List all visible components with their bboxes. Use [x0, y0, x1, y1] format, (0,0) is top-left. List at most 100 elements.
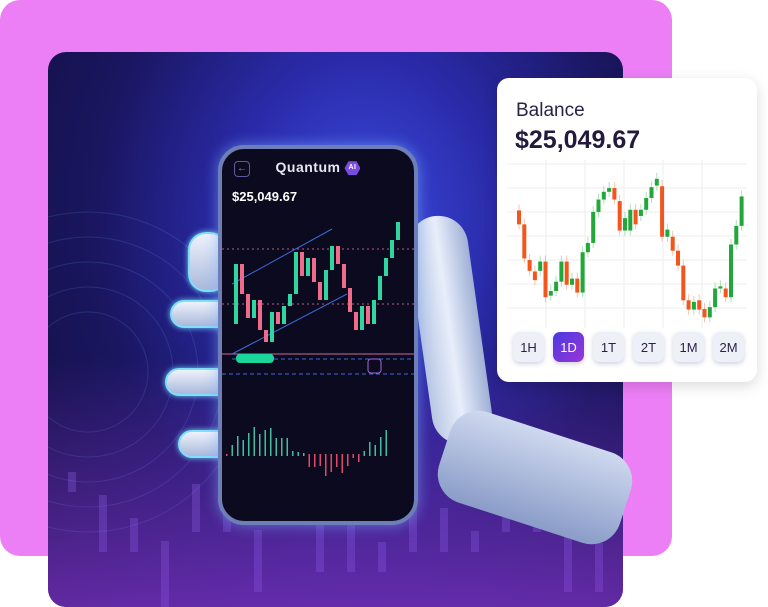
candle-up: [294, 252, 298, 294]
candle-up: [390, 240, 394, 258]
candle-down: [697, 300, 702, 310]
candle-down: [258, 300, 262, 330]
candle-up: [570, 278, 574, 285]
lots-badge: [236, 354, 274, 363]
candle-down: [702, 308, 707, 318]
candle-up: [638, 209, 643, 216]
candle-down: [686, 300, 691, 310]
candle-up: [628, 209, 633, 231]
candle-up: [282, 306, 286, 324]
oscillator-bar: [275, 438, 277, 456]
candle-up: [324, 270, 328, 300]
candle-down: [366, 306, 370, 324]
oscillator-bar: [341, 454, 343, 473]
candle-up: [644, 198, 649, 210]
candle-down: [300, 252, 304, 276]
candle-down: [612, 188, 617, 200]
candle-up: [384, 258, 388, 276]
candle-up: [270, 312, 274, 342]
app-title: Quantum AI: [222, 159, 414, 176]
candle-down: [246, 294, 250, 318]
candle-up: [288, 294, 292, 306]
candle-down: [527, 260, 532, 271]
oscillator-bar: [352, 454, 354, 458]
candle-down: [517, 210, 521, 225]
timeframe-1h[interactable]: 1H: [513, 332, 544, 362]
timeframe-1m[interactable]: 1M: [673, 332, 704, 362]
timeframe-1d[interactable]: 1D: [553, 332, 584, 362]
oscillator-bar: [374, 445, 376, 456]
balance-label: Balance: [516, 100, 585, 121]
candle-down: [681, 265, 686, 301]
oscillator-bar: [226, 454, 228, 456]
candle-up: [729, 244, 733, 298]
candle-up: [554, 281, 559, 291]
phone-chart: [222, 222, 414, 476]
candle-down: [676, 250, 680, 266]
candle-up: [591, 211, 596, 243]
oscillator-bar: [330, 454, 332, 472]
timeframe-selector: 1H 1D 1T 2T 1M 2M: [513, 332, 744, 362]
candle-up: [691, 301, 696, 310]
candle-up: [607, 188, 612, 192]
candle-up: [713, 288, 718, 308]
candle-down: [660, 186, 665, 237]
oscillator-bar: [358, 454, 360, 462]
candle-up: [654, 178, 659, 186]
oscillator-bar: [286, 438, 288, 456]
candle-up: [739, 196, 744, 226]
candle-up: [596, 199, 601, 212]
candle-up: [396, 222, 400, 240]
candle-down: [564, 261, 569, 285]
oscillator-bar: [297, 452, 299, 456]
candle-down: [522, 224, 527, 259]
candle-down: [532, 271, 537, 281]
candle-down: [264, 330, 268, 342]
balance-card: Balance $25,049.67 1H 1D 1T 2T 1M 2M: [497, 78, 757, 382]
oscillator-bar: [237, 436, 239, 456]
timeframe-2t[interactable]: 2T: [633, 332, 664, 362]
candle-down: [312, 258, 316, 282]
candle-up: [585, 242, 590, 253]
oscillator-bar: [242, 440, 244, 456]
candle-down: [240, 264, 244, 294]
phone-balance: $25,049.67: [232, 189, 298, 204]
balance-chart: [507, 160, 747, 328]
candle-up: [360, 306, 364, 330]
oscillator-bar: [308, 454, 310, 467]
candle-up: [378, 276, 382, 300]
candle-down: [543, 261, 548, 298]
candle-up: [252, 300, 256, 318]
balance-value: $25,049.67: [515, 126, 641, 154]
oscillator-bar: [281, 438, 283, 456]
candle-up: [707, 307, 712, 318]
oscillator-bar: [292, 451, 294, 456]
candle-up: [538, 261, 543, 271]
collapse-button[interactable]: [367, 358, 382, 374]
candle-up: [718, 286, 723, 289]
ai-badge: AI: [344, 161, 361, 176]
candle-up: [665, 229, 670, 237]
oscillator-bar: [347, 454, 349, 466]
timeframe-1t[interactable]: 1T: [593, 332, 624, 362]
timeframe-2m[interactable]: 2M: [713, 332, 744, 362]
phone: ← Quantum AI $25,049.67: [218, 145, 418, 525]
candle-up: [330, 246, 334, 270]
oscillator-bar: [303, 453, 305, 456]
candle-up: [372, 300, 376, 324]
candle-down: [276, 312, 280, 324]
candle-down: [617, 201, 622, 231]
oscillator-bar: [270, 428, 272, 456]
oscillator-bar: [264, 430, 266, 456]
oscillator-bar: [319, 454, 321, 466]
oscillator-bar: [363, 451, 365, 456]
trend-line: [231, 228, 333, 285]
candle-down: [348, 288, 352, 312]
candle-up: [559, 261, 564, 282]
oscillator-bar: [314, 454, 316, 467]
candle-down: [575, 278, 580, 293]
candle-up: [601, 191, 606, 200]
candle-up: [734, 225, 739, 245]
candle-down: [336, 246, 340, 264]
candle-down: [723, 288, 728, 298]
